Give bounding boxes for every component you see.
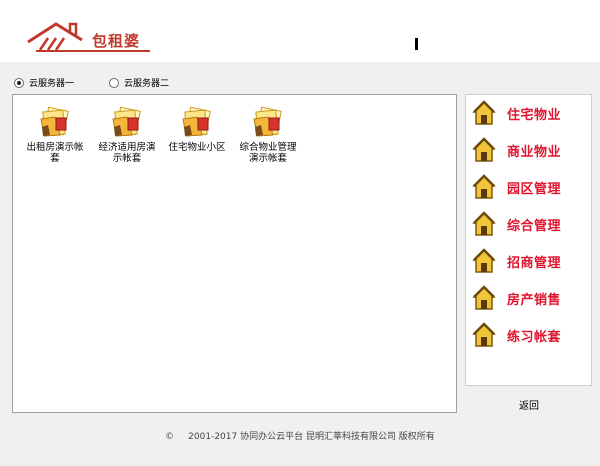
menu-item-commercial[interactable]: 商业物业: [471, 135, 589, 165]
house-icon: [472, 285, 496, 310]
account-set-label-line: 住宅物业小区: [168, 142, 226, 153]
copyright-symbol: ©: [165, 432, 175, 442]
server-option-2[interactable]: 云服务器二: [109, 76, 169, 89]
menu-item-residential[interactable]: 住宅物业: [471, 98, 589, 128]
menu-item-label: 招商管理: [507, 255, 562, 271]
house-icon: [472, 137, 496, 162]
footer: © 2001-2017 协同办公云平台 昆明汇莘科技有限公司 版权所有: [0, 429, 600, 442]
menu-item-label: 商业物业: [507, 144, 562, 160]
folder-document-icon: [112, 106, 141, 137]
footer-text: 2001-2017 协同办公云平台 昆明汇莘科技有限公司 版权所有: [188, 432, 435, 442]
account-set-label-line: 综合物业管理: [239, 142, 297, 153]
account-set-panel: 出租房演示帐 套 经济适用房演 示帐套 住宅物业小区 综合物业管理 演示帐套: [12, 94, 457, 413]
account-set-label-line: 演示帐套: [248, 153, 287, 164]
folder-document-icon: [40, 106, 69, 137]
house-icon: [472, 211, 496, 236]
server-option-1[interactable]: 云服务器一: [14, 76, 74, 89]
radio-selected-icon[interactable]: [14, 77, 24, 88]
header: 包租婆: [0, 0, 600, 62]
account-set-item[interactable]: 出租房演示帐 套: [16, 105, 94, 164]
folder-document-icon: [182, 106, 211, 137]
account-set-label-line: 出租房演示帐: [26, 142, 84, 153]
menu-item-investment-management[interactable]: 招商管理: [471, 246, 589, 276]
house-icon: [472, 174, 496, 199]
category-menu: 住宅物业 商业物业 园区管理 综合管理 招商管理 房产销售 练习帐套: [465, 94, 592, 386]
menu-item-label: 综合管理: [507, 218, 562, 234]
account-set-item[interactable]: 住宅物业小区: [158, 105, 236, 153]
logo-text: 包租婆: [92, 32, 141, 50]
account-set-label-line: 套: [50, 153, 60, 164]
menu-item-label: 房产销售: [507, 292, 562, 308]
house-icon: [472, 322, 496, 347]
account-set-label-line: 示帐套: [112, 153, 142, 164]
text-cursor: [415, 38, 418, 50]
menu-item-park-management[interactable]: 园区管理: [471, 172, 589, 202]
server-option-label: 云服务器一: [29, 79, 75, 89]
radio-unselected-icon[interactable]: [109, 77, 119, 88]
menu-item-property-sales[interactable]: 房产销售: [471, 283, 589, 313]
menu-item-integrated-management[interactable]: 综合管理: [471, 209, 589, 239]
menu-item-label: 住宅物业: [507, 107, 562, 123]
account-set-item[interactable]: 综合物业管理 演示帐套: [229, 105, 307, 164]
menu-item-practice-account[interactable]: 练习帐套: [471, 320, 589, 350]
folder-document-icon: [253, 106, 282, 137]
back-button[interactable]: 返回: [519, 397, 539, 412]
house-icon: [472, 248, 496, 273]
menu-item-label: 园区管理: [507, 181, 562, 197]
house-icon: [472, 100, 496, 125]
menu-item-label: 练习帐套: [507, 329, 562, 345]
account-set-item[interactable]: 经济适用房演 示帐套: [88, 105, 166, 164]
account-set-label-line: 经济适用房演: [98, 142, 156, 153]
server-option-label: 云服务器二: [124, 79, 170, 89]
